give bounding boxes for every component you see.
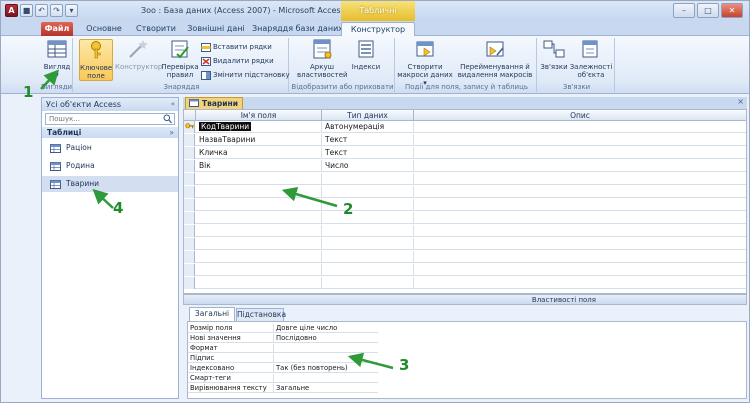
access-window: A ■ ↶ ↷ ▾ Зоо : База даних (Access 2007)… [0,0,750,403]
callout-arrow-1 [40,69,60,90]
callout-number-4: 4 [113,199,124,217]
callout-number-3: 3 [399,356,410,374]
callout-arrow-4 [92,188,114,209]
callout-arrow-3 [347,352,394,370]
callout-number-2: 2 [343,200,354,218]
callout-arrow-2 [281,186,338,208]
callout-number-1: 1 [23,83,34,101]
